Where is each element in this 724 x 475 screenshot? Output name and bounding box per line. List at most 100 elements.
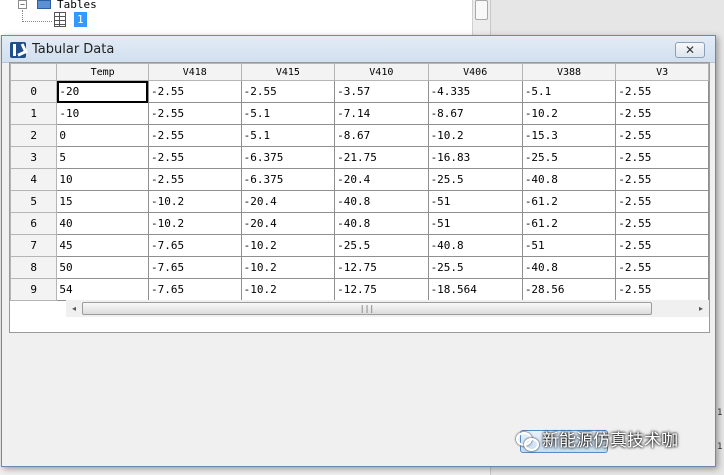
- grid-cell[interactable]: -10.2: [521, 102, 617, 125]
- grid-cell[interactable]: -61.2: [521, 190, 617, 213]
- grid-cell[interactable]: -15.3: [521, 124, 617, 147]
- grid-cell[interactable]: -2.55: [615, 124, 709, 147]
- grid-cell[interactable]: -12.75: [334, 256, 429, 279]
- row-header[interactable]: 4: [10, 168, 58, 191]
- data-grid[interactable]: Temp V418 V415 V410 V406 V388 V3 0 -20 -2.…: [9, 62, 710, 333]
- grid-cell[interactable]: -20.4: [240, 212, 336, 235]
- column-header[interactable]: V3: [615, 63, 709, 81]
- column-header[interactable]: Temp: [56, 63, 149, 81]
- grid-corner[interactable]: [10, 63, 58, 81]
- grid-cell[interactable]: -7.14: [334, 102, 429, 125]
- column-header[interactable]: V418: [147, 63, 242, 81]
- grid-cell[interactable]: -40.8: [521, 256, 617, 279]
- grid-cell[interactable]: -3.57: [334, 80, 429, 103]
- grid-cell[interactable]: -51: [521, 234, 617, 257]
- grid-cell[interactable]: -5.1: [521, 80, 617, 103]
- table-row[interactable]: 9 54 -7.65 -10.2 -12.75 -18.564 -28.56 -2.55: [10, 278, 709, 301]
- grid-cell[interactable]: 54: [56, 278, 149, 301]
- grid-cell[interactable]: 40: [56, 212, 149, 235]
- grid-cell[interactable]: -40.8: [427, 234, 523, 257]
- row-header[interactable]: 2: [10, 124, 58, 147]
- grid-cell[interactable]: -2.55: [240, 80, 336, 103]
- grid-cell[interactable]: -8.67: [427, 102, 523, 125]
- row-header[interactable]: 8: [10, 256, 58, 279]
- horizontal-scrollbar[interactable]: ◂ ||| ▸: [66, 300, 709, 317]
- tree-collapse-toggle[interactable]: −: [18, 0, 27, 9]
- grid-cell[interactable]: -10.2: [240, 278, 336, 301]
- grid-cell[interactable]: -10: [56, 102, 149, 125]
- grid-cell[interactable]: 5: [56, 146, 149, 169]
- table-row[interactable]: 4 10 -2.55 -6.375 -20.4 -25.5 -40.8 -2.55: [10, 168, 709, 191]
- grid-cell[interactable]: -25.5: [427, 256, 523, 279]
- grid-cell[interactable]: -18.564: [427, 278, 523, 301]
- grid-cell[interactable]: -2.55: [615, 190, 709, 213]
- grid-cell[interactable]: -61.2: [521, 212, 617, 235]
- grid-cell[interactable]: -40.8: [521, 168, 617, 191]
- column-header[interactable]: V410: [334, 63, 429, 81]
- grid-cell[interactable]: -2.55: [615, 146, 709, 169]
- column-header[interactable]: V415: [240, 63, 336, 81]
- tree-node-table-selected[interactable]: 1: [74, 12, 87, 27]
- grid-cell[interactable]: -2.55: [147, 80, 242, 103]
- grid-cell[interactable]: -10.2: [240, 256, 336, 279]
- grid-cell[interactable]: -5.1: [240, 124, 336, 147]
- grid-cell[interactable]: -25.5: [521, 146, 617, 169]
- grid-cell[interactable]: -2.55: [147, 124, 242, 147]
- grid-cell[interactable]: -21.75: [334, 146, 429, 169]
- grid-cell[interactable]: -25.5: [334, 234, 429, 257]
- grid-cell[interactable]: -20.4: [240, 190, 336, 213]
- row-header[interactable]: 7: [10, 234, 58, 257]
- grid-cell[interactable]: -2.55: [147, 102, 242, 125]
- grid-cell[interactable]: -12.75: [334, 278, 429, 301]
- grid-cell[interactable]: 45: [56, 234, 149, 257]
- grid-cell[interactable]: -2.55: [615, 168, 709, 191]
- grid-cell[interactable]: -16.83: [427, 146, 523, 169]
- grid-cell[interactable]: -51: [427, 212, 523, 235]
- grid-cell[interactable]: -6.375: [240, 168, 336, 191]
- grid-cell[interactable]: -2.55: [147, 146, 242, 169]
- row-header[interactable]: 0: [10, 80, 58, 103]
- grid-cell[interactable]: -20: [56, 80, 149, 103]
- table-row[interactable]: 6 40 -10.2 -20.4 -40.8 -51 -61.2 -2.55: [10, 212, 709, 235]
- table-row[interactable]: 7 45 -7.65 -10.2 -25.5 -40.8 -51 -2.55: [10, 234, 709, 257]
- tree-scroll-thumb[interactable]: [475, 0, 488, 20]
- tree-node-tables[interactable]: Tables: [57, 0, 97, 11]
- grid-cell[interactable]: -2.55: [615, 212, 709, 235]
- row-header[interactable]: 1: [10, 102, 58, 125]
- close-button[interactable]: ✕: [675, 42, 705, 58]
- row-header[interactable]: 5: [10, 190, 58, 213]
- grid-cell[interactable]: -7.65: [147, 278, 242, 301]
- grid-cell[interactable]: 15: [56, 190, 149, 213]
- grid-cell[interactable]: 10: [56, 168, 149, 191]
- grid-cell[interactable]: -2.55: [615, 278, 709, 301]
- grid-cell[interactable]: -10.2: [427, 124, 523, 147]
- tree-vertical-scrollbar[interactable]: [472, 0, 490, 35]
- table-row[interactable]: 1 -10 -2.55 -5.1 -7.14 -8.67 -10.2 -2.55: [10, 102, 709, 125]
- grid-cell[interactable]: 0: [56, 124, 149, 147]
- grid-cell[interactable]: 50: [56, 256, 149, 279]
- table-row[interactable]: 5 15 -10.2 -20.4 -40.8 -51 -61.2 -2.55: [10, 190, 709, 213]
- table-row[interactable]: 0 -20 -2.55 -2.55 -3.57 -4.335 -5.1 -2.55: [10, 80, 709, 103]
- grid-cell[interactable]: -2.55: [615, 234, 709, 257]
- grid-cell[interactable]: -10.2: [147, 212, 242, 235]
- grid-cell[interactable]: -10.2: [147, 190, 242, 213]
- grid-cell[interactable]: -2.55: [615, 80, 709, 103]
- grid-cell[interactable]: -40.8: [334, 212, 429, 235]
- grid-cell[interactable]: -7.65: [147, 256, 242, 279]
- row-header[interactable]: 6: [10, 212, 58, 235]
- grid-cell[interactable]: -2.55: [615, 256, 709, 279]
- table-row[interactable]: 8 50 -7.65 -10.2 -12.75 -25.5 -40.8 -2.55: [10, 256, 709, 279]
- row-header[interactable]: 9: [10, 278, 58, 301]
- grid-cell[interactable]: -40.8: [334, 190, 429, 213]
- tree-view[interactable]: − Tables 1: [0, 0, 490, 35]
- dialog-titlebar[interactable]: Tabular Data ✕: [2, 36, 715, 63]
- grid-cell[interactable]: -6.375: [240, 146, 336, 169]
- scroll-right-arrow-icon[interactable]: ▸: [693, 300, 709, 317]
- grid-cell[interactable]: -2.55: [147, 168, 242, 191]
- grid-cell[interactable]: -25.5: [427, 168, 523, 191]
- scroll-thumb[interactable]: |||: [82, 302, 652, 315]
- column-header[interactable]: V406: [427, 63, 523, 81]
- grid-cell[interactable]: -28.56: [521, 278, 617, 301]
- grid-cell[interactable]: -51: [427, 190, 523, 213]
- column-header[interactable]: V388: [521, 63, 617, 81]
